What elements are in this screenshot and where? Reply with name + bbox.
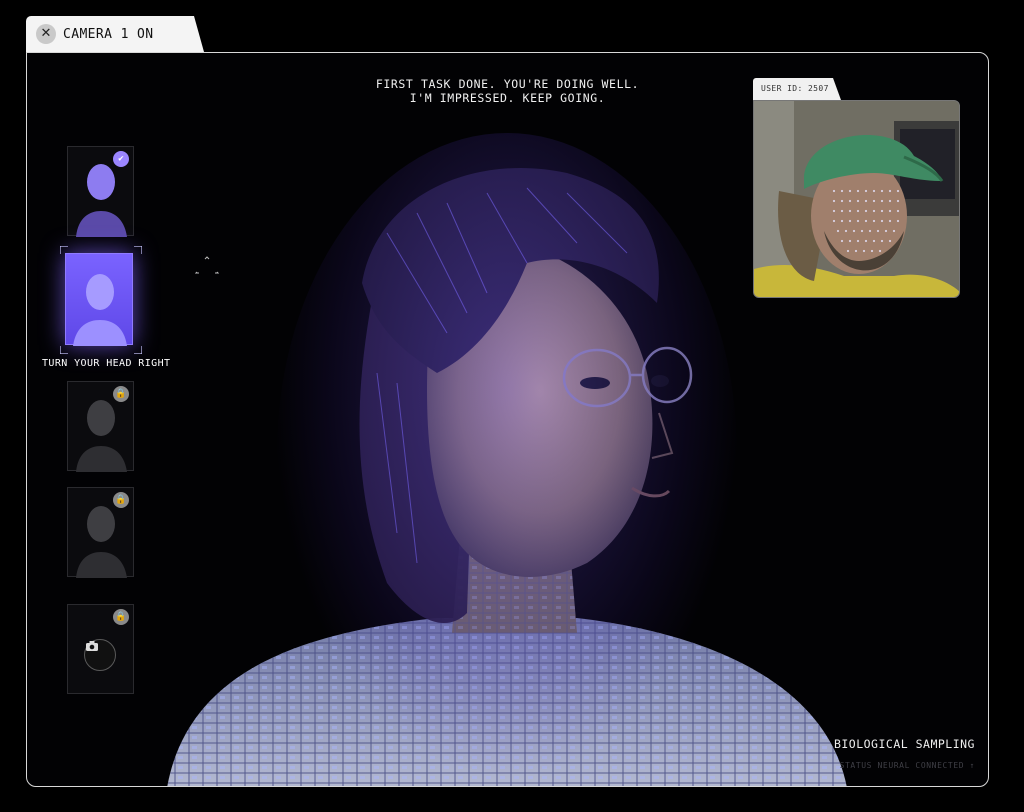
step-instruction: TURN YOUR HEAD RIGHT — [42, 358, 171, 369]
step-locked-1: 🔒 — [67, 381, 134, 472]
user-id-tab: USER ID: 2507 — [753, 78, 841, 100]
camera-tab: ✕ CAMERA 1 ON — [26, 16, 204, 52]
avatar-glow — [277, 133, 737, 773]
close-icon[interactable]: ✕ — [36, 24, 56, 44]
webcam-feed — [753, 100, 960, 298]
lock-icon: 🔒 — [113, 492, 129, 508]
biological-sampling-label: BIOLOGICAL SAMPLING — [833, 737, 975, 751]
step-locked-2: 🔒 — [67, 487, 134, 578]
main-viewport: FIRST TASK DONE. YOU'RE DOING WELL. I'M … — [26, 52, 989, 787]
camera-status-label: CAMERA 1 ON — [63, 27, 154, 42]
message-line-1: FIRST TASK DONE. YOU'RE DOING WELL. — [375, 77, 640, 91]
status-line: STATUS NEURAL CONNECTED ↑ — [839, 761, 975, 770]
lock-icon: 🔒 — [113, 386, 129, 402]
step-capture: 🔒 — [67, 604, 134, 694]
check-icon: ✔ — [113, 151, 129, 167]
step-turn-head-right[interactable] — [65, 253, 133, 346]
user-id-label: USER ID: 2507 — [761, 84, 829, 93]
camera-icon[interactable] — [84, 639, 116, 671]
reticle-icon — [195, 256, 219, 274]
step-front-face[interactable]: ✔ — [67, 146, 134, 237]
head-silhouette-icon — [73, 274, 127, 346]
webcam-image — [754, 101, 959, 297]
lock-icon: 🔒 — [113, 609, 129, 625]
